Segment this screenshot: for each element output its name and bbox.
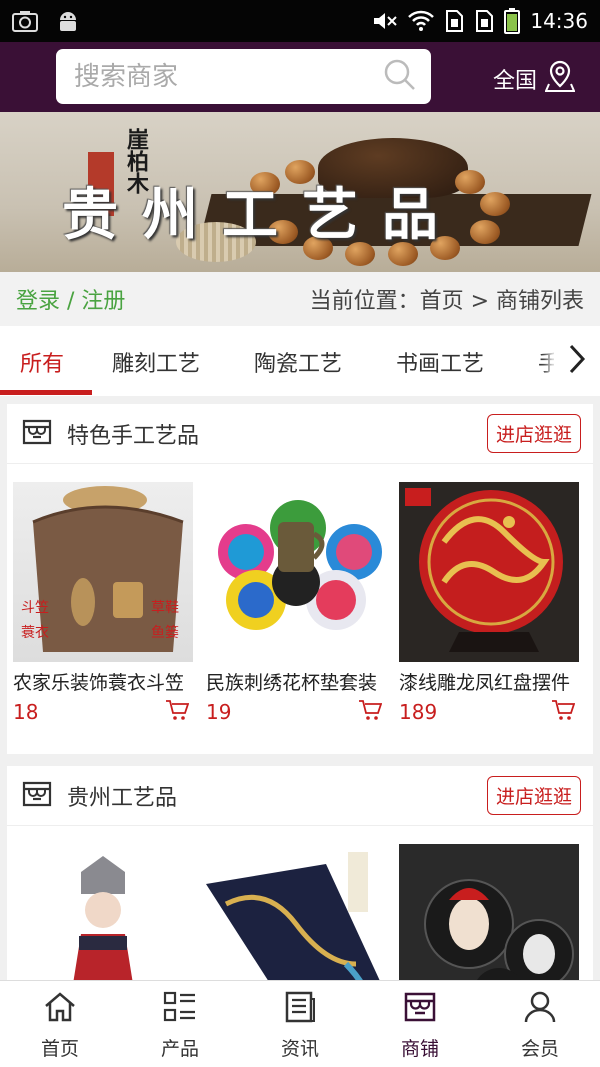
search-box[interactable] [56,49,431,104]
search-input[interactable] [74,61,364,92]
nav-member[interactable]: 会员 [480,981,600,1067]
tab-all[interactable]: 所有 [20,346,64,378]
store-icon [403,991,437,1028]
shop-header: 贵州工艺品 进店逛逛 [7,766,593,826]
location-pin-icon [544,60,576,98]
store-icon [21,778,53,814]
sim1-icon [444,9,464,33]
clock-text: 14:36 [530,9,588,33]
product-price: 18 [13,700,39,724]
product-card[interactable]: 漆线雕龙凤红盘摆件 189 [399,482,579,725]
region-label: 全国 [493,69,538,94]
tabs-scroll-right[interactable] [554,326,600,396]
status-bar: 14:36 [0,0,600,42]
cart-icon[interactable] [358,699,383,725]
product-card[interactable]: 民族刺绣花杯垫套装 19 [206,482,386,725]
product-title[interactable]: 民族刺绣花杯垫套装 [206,668,386,695]
grid-list-icon [163,991,197,1028]
mute-icon [372,10,398,32]
sim2-icon [474,9,494,33]
shop-name: 特色手工艺品 [67,423,200,449]
nav-member-label: 会员 [520,1038,559,1060]
tab-painting[interactable]: 书画工艺 [396,346,484,378]
tab-ceramics[interactable]: 陶瓷工艺 [254,346,342,378]
chevron-right-icon [567,343,587,379]
banner-bead [470,220,500,244]
nav-shops-label: 商铺 [400,1038,439,1060]
shop-card: 贵州工艺品 进店逛逛 [7,766,593,1024]
svg-text:鱼篓: 鱼篓 [151,624,179,641]
product-card[interactable]: 斗笠蓑衣 草鞋鱼篓 农家乐装饰蓑衣斗笠 18 [13,482,193,725]
visit-shop-button[interactable]: 进店逛逛 [486,414,581,453]
svg-text:蓑衣: 蓑衣 [21,625,49,641]
user-icon [523,991,557,1028]
top-header: 全国 [0,42,600,112]
battery-icon [504,8,521,34]
promo-banner[interactable]: 崖柏木 贵州工艺品 [0,112,600,272]
product-image[interactable] [206,482,386,662]
tab-carving[interactable]: 雕刻工艺 [112,346,200,378]
product-list: 斗笠 蓑衣 草鞋 鱼篓 农家乐装饰蓑衣斗笠 18 民族刺绣花杯垫套装 19 漆线… [7,464,593,725]
shop-header: 特色手工艺品 进店逛逛 [7,404,593,464]
nav-news[interactable]: 资讯 [240,981,360,1067]
nav-news-label: 资讯 [280,1038,319,1060]
nav-home-label: 首页 [40,1038,79,1060]
search-icon[interactable] [383,58,417,96]
visit-shop-button[interactable]: 进店逛逛 [486,776,581,815]
nav-products[interactable]: 产品 [120,981,240,1067]
region-selector[interactable]: 全国 [493,60,576,98]
login-register-link[interactable]: 登录 / 注册 [16,283,125,315]
nav-products-label: 产品 [160,1038,199,1060]
product-title[interactable]: 漆线雕龙凤红盘摆件 [399,668,579,695]
nav-home[interactable]: 首页 [0,981,120,1067]
product-price: 189 [399,700,438,724]
bottom-nav: 首页 产品 资讯 商铺 会员 [0,980,600,1067]
svg-text:草鞋: 草鞋 [151,600,179,616]
product-image[interactable] [399,482,579,662]
category-tabs: 所有 雕刻工艺 陶瓷工艺 书画工艺 手 [0,326,600,396]
news-icon [283,991,317,1028]
product-image[interactable]: 斗笠蓑衣 草鞋鱼篓 [13,482,193,662]
product-price: 19 [206,700,232,724]
nav-shops[interactable]: 商铺 [360,981,480,1067]
shop-name: 贵州工艺品 [67,785,178,811]
banner-title: 贵州工艺品 [62,182,462,248]
store-icon [21,416,53,452]
cart-icon[interactable] [551,699,576,725]
active-tab-indicator [0,390,92,395]
breadcrumb: 当前位置：首页 > 商铺列表 [309,289,584,314]
screenshot-icon [12,10,38,32]
banner-bead [480,192,510,216]
product-title[interactable]: 农家乐装饰蓑衣斗笠 [13,668,193,695]
breadcrumb-bar: 登录 / 注册 当前位置：首页 > 商铺列表 [0,272,600,326]
wifi-icon [408,10,435,32]
cart-icon[interactable] [165,699,190,725]
svg-text:斗笠: 斗笠 [21,600,49,616]
shop-card: 特色手工艺品 进店逛逛 斗笠蓑衣 草鞋鱼篓 农家乐装饰蓑衣斗笠 18 民族刺绣花杯… [7,404,593,754]
home-icon [43,991,77,1028]
android-icon [56,9,80,33]
